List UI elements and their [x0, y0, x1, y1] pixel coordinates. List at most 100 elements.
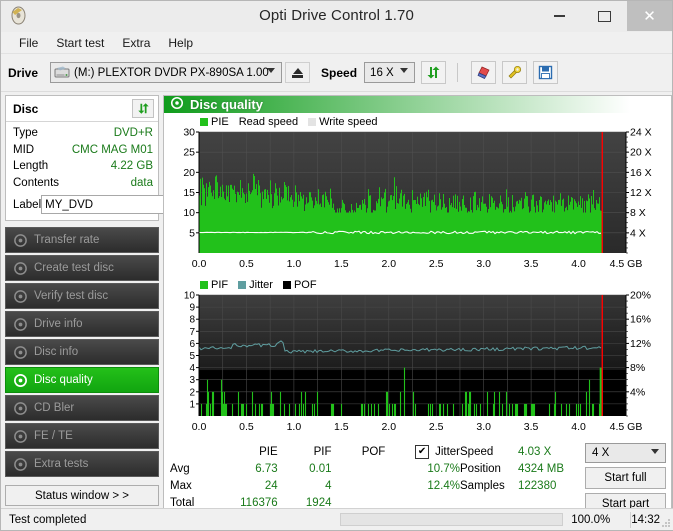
resize-grip[interactable] [662, 518, 671, 527]
panel-title: Disc quality [190, 97, 263, 112]
pie-chart-legend: PIE Read speed Write speed [166, 115, 669, 128]
drive-icon [54, 66, 70, 80]
disc-row-contents: Contents data [13, 175, 153, 192]
legend-label: Read speed [238, 115, 299, 128]
stats-row-label: Total [170, 496, 195, 509]
svg-text:0.5: 0.5 [239, 421, 254, 433]
stats-avg-pif: 0.01 [309, 462, 332, 475]
stats-row-label: Max [170, 479, 192, 492]
disc-row-key: MID [13, 143, 35, 156]
menu-bar: File Start test Extra Help [1, 32, 672, 54]
disc-row-value: data [130, 176, 153, 189]
stats-samples-value: 122380 [518, 479, 557, 492]
close-button[interactable]: ✕ [627, 1, 672, 31]
drive-select[interactable]: (M:) PLEXTOR DVDR PX-890SA 1.00 [50, 62, 283, 83]
disc-row-key: Type [13, 127, 38, 139]
disc-info-rows: Type DVD+R MID CMC MAG M01 Length 4.22 G… [6, 122, 225, 220]
sidebar-item-drive-info[interactable]: Drive info [5, 311, 159, 337]
svg-text:1.0: 1.0 [287, 421, 302, 433]
sidebar-item-cd-bler[interactable]: CD Bler [5, 395, 159, 421]
pie-chart: PIE Read speed Write speed 30 25 20 15 10 5 24… [166, 115, 669, 276]
sidebar-item-create-test-disc[interactable]: Create test disc [5, 255, 159, 281]
minimize-button[interactable] [537, 1, 582, 31]
disc-icon [13, 317, 28, 332]
stats-area: PIE PIF POF ✔ Jitter Avg 6.73 0.01 10.7%… [164, 439, 671, 519]
svg-text:30: 30 [183, 128, 195, 139]
maximize-icon [598, 10, 611, 22]
sidebar-item-disc-quality[interactable]: Disc quality [5, 367, 159, 393]
legend-label: Jitter [249, 278, 273, 291]
disc-label-row: Label [13, 194, 225, 215]
menu-item-file[interactable]: File [10, 34, 47, 52]
disc-row-key: Length [13, 160, 49, 172]
sidebar-item-disc-info[interactable]: Disc info [5, 339, 159, 365]
stats-position-key: Position [460, 462, 501, 475]
stats-position-row: Position 4324 MB [460, 460, 585, 477]
refresh-button[interactable] [421, 61, 447, 84]
pie-chart-canvas[interactable]: 30 25 20 15 10 5 24 X 20 X 16 X 12 X 8 X 4 X 0.0 0.5 1… [166, 128, 669, 276]
disc-row-value: DVD+R [113, 127, 153, 139]
tools-button[interactable] [502, 61, 528, 84]
toolbar: Drive (M:) PLEXTOR DVDR PX-890SA 1.00 Sp… [1, 54, 672, 92]
svg-text:1: 1 [189, 399, 195, 410]
svg-text:2.5: 2.5 [429, 421, 444, 433]
speed-select[interactable]: 16 X [364, 62, 416, 83]
eject-button[interactable] [285, 62, 311, 83]
svg-text:0.5: 0.5 [239, 258, 254, 270]
svg-text:3.0: 3.0 [476, 258, 491, 270]
eraser-icon [477, 66, 490, 79]
svg-text:4.0: 4.0 [571, 421, 586, 433]
stats-col-jitter: Jitter [435, 445, 460, 458]
content-panel: Disc quality PIE Read speed Write speed … [163, 95, 672, 515]
svg-text:3.0: 3.0 [476, 421, 491, 433]
legend-label: POF [293, 278, 317, 291]
disc-icon [13, 373, 28, 388]
svg-text:4 X: 4 X [630, 227, 646, 239]
stats-samples-row: Samples 122380 [460, 477, 585, 494]
disc-refresh-button[interactable] [132, 99, 154, 118]
drive-value: (M:) PLEXTOR DVDR PX-890SA 1.00 [74, 66, 269, 79]
legend-swatch-icon [308, 117, 317, 126]
disc-panel: Disc Type DVD+R MID CMC MAG M01 Length 4… [5, 95, 225, 221]
save-button[interactable] [533, 61, 559, 84]
sidebar-item-label: CD Bler [34, 402, 75, 414]
speed-label: Speed [321, 65, 358, 80]
jitter-checkbox[interactable]: ✔ [415, 444, 430, 459]
svg-text:4.5 GB: 4.5 GB [610, 421, 643, 433]
status-bar: Test completed 100.0% 14:32 [1, 508, 673, 530]
svg-text:1.5: 1.5 [334, 421, 349, 433]
pif-chart-canvas[interactable]: 10987654321 20% 16% 12% 8% 4% 0.0 0.5 1.0 1.5 2.0 2… [166, 291, 669, 439]
stats-col-pof: POF [361, 445, 386, 458]
stats-speed-key: Speed [460, 445, 494, 458]
legend-label: PIF [211, 278, 229, 291]
test-speed-select[interactable]: 4 X [585, 443, 666, 463]
menu-item-start-test[interactable]: Start test [47, 34, 113, 52]
title-bar: Opti Drive Control 1.70 ✕ [1, 1, 672, 32]
menu-item-extra[interactable]: Extra [113, 34, 159, 52]
refresh-icon [427, 66, 440, 79]
stats-samples-key: Samples [460, 479, 505, 492]
disc-icon [13, 345, 28, 360]
maximize-button[interactable] [582, 1, 627, 31]
stats-avg-jitter: 10.7% [427, 462, 460, 475]
disc-row-value: CMC MAG M01 [71, 143, 153, 156]
svg-text:4%: 4% [630, 386, 645, 398]
legend-item-read-speed: Read speed [239, 116, 298, 128]
svg-text:2.0: 2.0 [381, 421, 396, 433]
svg-text:9: 9 [189, 303, 195, 314]
disc-row-length: Length 4.22 GB [13, 158, 153, 175]
stats-speed-row: Speed 4.03 X [460, 443, 585, 460]
eraser-button[interactable] [471, 61, 497, 84]
start-full-button[interactable]: Start full [585, 467, 666, 489]
status-window-button[interactable]: Status window > > [5, 485, 159, 506]
menu-item-help[interactable]: Help [159, 34, 202, 52]
sidebar-item-verify-test-disc[interactable]: Verify test disc [5, 283, 159, 309]
sidebar-item-fe-te[interactable]: FE / TE [5, 423, 159, 449]
sidebar-item-transfer-rate[interactable]: Transfer rate [5, 227, 159, 253]
stats-max-pif: 4 [325, 479, 332, 492]
stats-avg-pie: 6.73 [255, 462, 278, 475]
sidebar-item-label: Extra tests [34, 458, 89, 470]
sidebar-item-extra-tests[interactable]: Extra tests [5, 451, 159, 477]
drive-label: Drive [8, 65, 39, 80]
svg-text:5: 5 [189, 351, 195, 362]
